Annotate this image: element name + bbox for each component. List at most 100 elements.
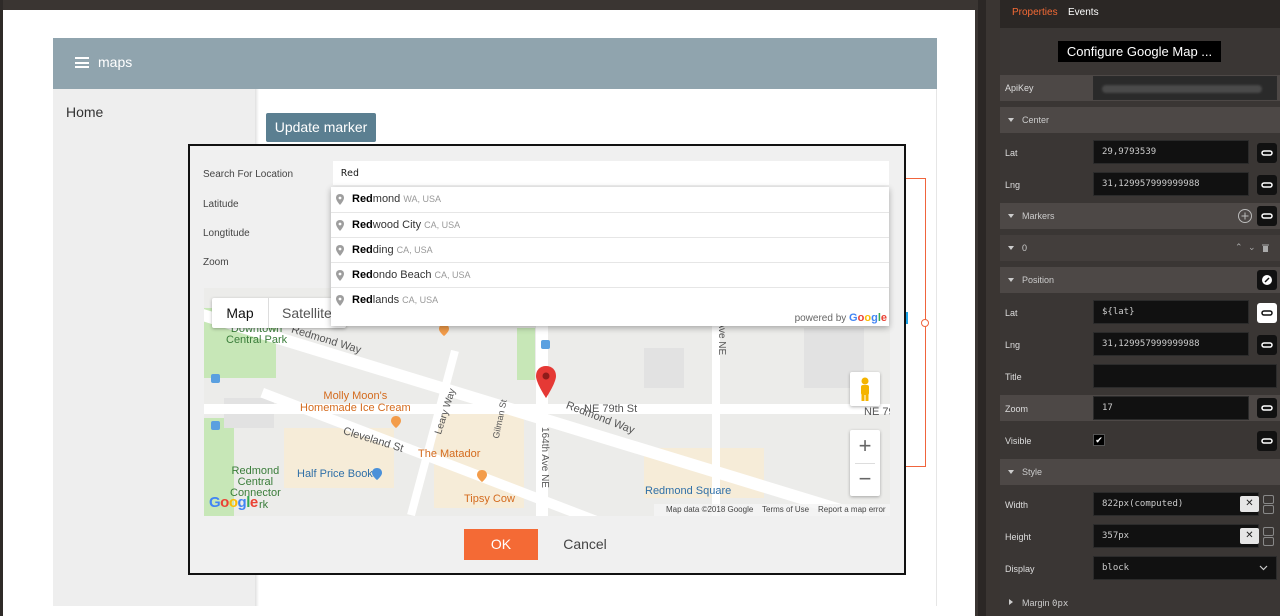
link-icon[interactable] bbox=[1257, 303, 1277, 323]
center-section-header[interactable]: Center bbox=[1000, 107, 1280, 133]
autocomplete-secondary: CA, USA bbox=[402, 295, 439, 305]
menu-icon[interactable] bbox=[75, 57, 89, 68]
height-row: Height 357px ✕ bbox=[1000, 523, 1280, 549]
left-edge bbox=[0, 0, 3, 616]
canvas-scrollbar[interactable] bbox=[978, 0, 986, 616]
autocomplete-rest: ondo Beach bbox=[372, 269, 432, 281]
map-label-half-price-books: Half Price Books bbox=[297, 468, 379, 480]
center-lat-input[interactable]: 29,9793539 bbox=[1093, 140, 1249, 164]
margin-section-header[interactable]: Margin 0px bbox=[1000, 590, 1280, 616]
search-label: Search For Location bbox=[203, 169, 294, 180]
autocomplete-rest: wood City bbox=[372, 219, 422, 231]
google-logo: Google bbox=[209, 494, 258, 511]
delete-icon[interactable] bbox=[1262, 244, 1269, 252]
restaurant-icon bbox=[477, 470, 487, 482]
map-type-control: Map Satellite bbox=[212, 298, 346, 328]
link-icon[interactable] bbox=[1257, 143, 1277, 163]
autocomplete-item[interactable]: Redwood City CA, USA bbox=[331, 212, 889, 237]
location-pin-icon bbox=[336, 194, 344, 205]
margin-label: Margin 0px bbox=[1022, 598, 1068, 609]
pos-lng-input[interactable]: 31,129957999999988 bbox=[1093, 332, 1249, 356]
nav-home[interactable]: Home bbox=[66, 104, 103, 120]
panel-tabs: Properties Events bbox=[1000, 0, 1280, 28]
increment-icon[interactable] bbox=[1263, 495, 1274, 504]
terms-link[interactable]: Terms of Use bbox=[762, 505, 809, 514]
selection-handle[interactable] bbox=[921, 319, 929, 327]
pos-lat-row: Lat ${lat} bbox=[1000, 299, 1280, 325]
marker-index: 0 bbox=[1022, 243, 1028, 253]
link-icon[interactable] bbox=[1257, 175, 1277, 195]
display-select[interactable]: block bbox=[1093, 556, 1277, 580]
width-row: Width 822px(computed) ✕ bbox=[1000, 491, 1280, 517]
ok-button[interactable]: OK bbox=[464, 529, 538, 560]
marker-0-header[interactable]: 0 ⌃ ⌄ bbox=[1000, 235, 1280, 261]
display-label: Display bbox=[1005, 564, 1035, 574]
increment-icon[interactable] bbox=[1263, 527, 1274, 536]
map-footer: Map data ©2018 Google Terms of Use Repor… bbox=[654, 504, 890, 516]
map-label-redmond-square: Redmond Square bbox=[645, 485, 732, 497]
visible-checkbox[interactable]: ✔ bbox=[1093, 434, 1105, 446]
width-input[interactable]: 822px(computed) bbox=[1093, 492, 1259, 516]
zoom-label: Zoom bbox=[1005, 404, 1029, 414]
decrement-icon[interactable] bbox=[1263, 505, 1274, 514]
tab-events[interactable]: Events bbox=[1068, 7, 1099, 18]
link-icon[interactable] bbox=[1257, 431, 1277, 451]
position-section-header[interactable]: Position bbox=[1000, 267, 1280, 293]
bus-stop-icon bbox=[541, 340, 550, 349]
style-section-header[interactable]: Style bbox=[1000, 459, 1280, 485]
powered-by-brand: Google bbox=[849, 312, 887, 324]
visible-row: Visible ✔ bbox=[1000, 427, 1280, 453]
map-building bbox=[644, 348, 684, 388]
apikey-input[interactable] bbox=[1093, 76, 1277, 100]
cancel-button[interactable]: Cancel bbox=[560, 529, 610, 560]
decrement-icon[interactable] bbox=[1263, 537, 1274, 546]
map-data-text: Map data ©2018 Google bbox=[666, 505, 754, 514]
markers-section-header[interactable]: Markers bbox=[1000, 203, 1280, 229]
search-input[interactable] bbox=[333, 161, 889, 185]
autocomplete-secondary: CA, USA bbox=[434, 270, 471, 280]
map-label-the-matador: The Matador bbox=[418, 448, 481, 460]
add-marker-icon[interactable] bbox=[1237, 208, 1253, 224]
link-icon[interactable] bbox=[1257, 206, 1277, 226]
map-label-ne-79: NE 79 bbox=[864, 406, 890, 418]
autocomplete-item[interactable]: Redding CA, USA bbox=[331, 237, 889, 262]
collapse-icon bbox=[1008, 246, 1014, 250]
update-marker-button[interactable]: Update marker bbox=[266, 113, 376, 142]
zoom-out-button[interactable]: − bbox=[850, 463, 880, 496]
style-label: Style bbox=[1022, 467, 1043, 477]
autocomplete-item[interactable]: Redlands CA, USA bbox=[331, 287, 889, 312]
center-lng-input[interactable]: 31,129957999999988 bbox=[1093, 172, 1249, 196]
apikey-redacted bbox=[1102, 85, 1262, 93]
pos-lat-label: Lat bbox=[1005, 308, 1018, 318]
height-input[interactable]: 357px bbox=[1093, 524, 1259, 548]
autocomplete-match: Red bbox=[352, 269, 373, 281]
center-lat-row: Lat 29,9793539 bbox=[1000, 139, 1280, 165]
zoom-in-button[interactable]: + bbox=[850, 430, 880, 463]
apikey-row: ApiKey bbox=[1000, 75, 1280, 101]
report-error-link[interactable]: Report a map error bbox=[818, 505, 886, 514]
map-marker-icon[interactable] bbox=[536, 366, 556, 398]
autocomplete-item[interactable]: Redmond WA, USA bbox=[331, 187, 889, 212]
tab-properties[interactable]: Properties bbox=[1012, 7, 1058, 18]
map-type-map-tab[interactable]: Map bbox=[212, 298, 269, 328]
panel-title: Configure Google Map ... bbox=[1058, 41, 1221, 62]
properties-panel: Properties Events Configure Google Map .… bbox=[1000, 0, 1280, 616]
autocomplete-item[interactable]: Redondo Beach CA, USA bbox=[331, 262, 889, 287]
compass-icon[interactable] bbox=[1257, 270, 1277, 290]
move-down-icon[interactable]: ⌄ bbox=[1248, 242, 1256, 253]
app-title: maps bbox=[98, 54, 133, 70]
autocomplete-match: Red bbox=[352, 244, 373, 256]
zoom-input[interactable]: 17 bbox=[1093, 396, 1249, 420]
pegman-control[interactable] bbox=[850, 372, 880, 406]
pos-lat-input[interactable]: ${lat} bbox=[1093, 300, 1249, 324]
link-icon[interactable] bbox=[1257, 398, 1277, 418]
link-icon[interactable] bbox=[1257, 335, 1277, 355]
clear-height-icon[interactable]: ✕ bbox=[1240, 528, 1259, 544]
pos-lng-label: Lng bbox=[1005, 340, 1021, 350]
clear-width-icon[interactable]: ✕ bbox=[1240, 496, 1259, 512]
title-label: Title bbox=[1005, 372, 1022, 382]
pegman-icon bbox=[861, 377, 869, 401]
title-input[interactable] bbox=[1093, 364, 1277, 388]
move-up-icon[interactable]: ⌃ bbox=[1235, 242, 1243, 253]
latitude-label: Latitude bbox=[203, 199, 239, 210]
